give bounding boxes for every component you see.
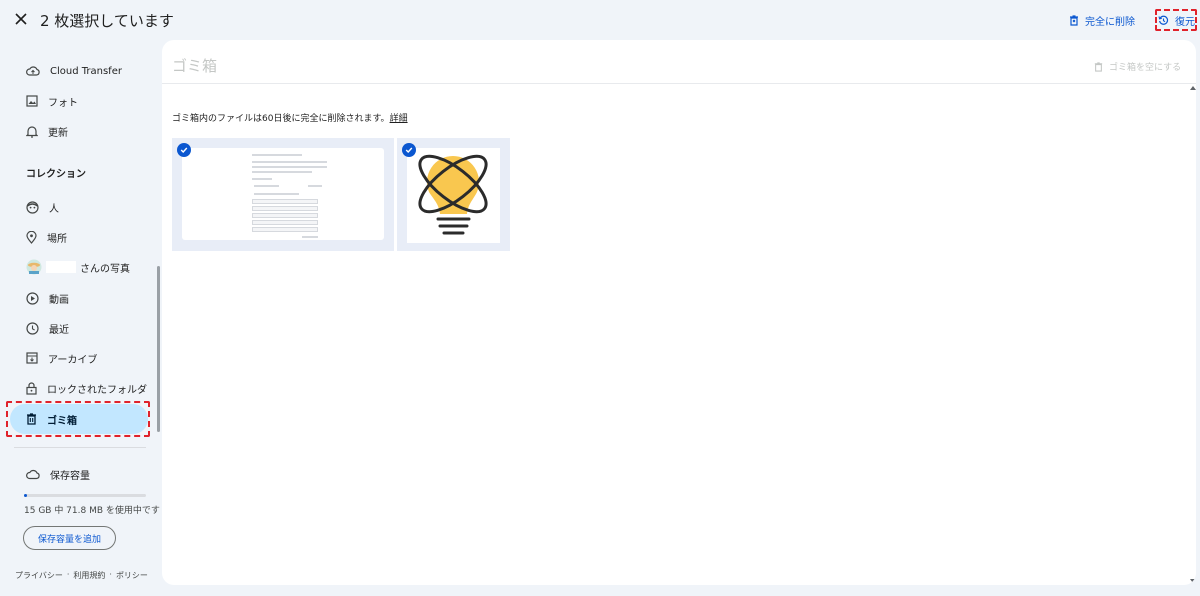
storage-usage-bar (24, 494, 146, 497)
sidebar-item-label: ロックされたフォルダ (47, 384, 147, 396)
doc-line (252, 154, 302, 156)
redacted-name (46, 261, 76, 273)
close-selection-button[interactable] (12, 10, 30, 28)
location-pin-icon (26, 230, 37, 244)
delete-forever-label: 完全に削除 (1085, 17, 1135, 28)
user-avatar-icon (26, 259, 42, 275)
doc-row (252, 213, 318, 218)
delete-forever-icon (1070, 15, 1078, 26)
sidebar-item-archive[interactable]: アーカイブ (10, 343, 148, 373)
sidebar-item-label: さんの写真 (80, 263, 130, 275)
doc-line (252, 171, 312, 173)
sidebar-item-cloud-transfer[interactable]: Cloud Transfer (10, 56, 148, 86)
bell-icon (26, 125, 38, 138)
doc-line (252, 166, 327, 168)
storage-usage-fill (24, 494, 27, 497)
archive-icon (26, 352, 38, 364)
clock-icon (26, 321, 39, 335)
sidebar-item-recent[interactable]: 最近 (10, 313, 148, 343)
sidebar-item-label: 動画 (49, 294, 69, 306)
sidebar-item-label: 更新 (48, 127, 68, 139)
delete-forever-button[interactable]: 完全に削除 (1069, 13, 1135, 28)
sidebar-item-label: アーカイブ (48, 354, 98, 366)
doc-line (254, 193, 299, 195)
sidebar-divider (14, 447, 146, 448)
doc-line (254, 185, 279, 187)
selected-checkmark[interactable] (177, 143, 191, 157)
doc-line (302, 236, 318, 238)
sidebar-item-photos[interactable]: フォト (10, 86, 148, 116)
lightbulb-preview (407, 148, 500, 243)
doc-line (252, 178, 272, 180)
doc-row (252, 206, 318, 211)
restore-highlight-box (1155, 9, 1197, 31)
sidebar-item-updates[interactable]: 更新 (10, 116, 148, 146)
trash-notice: ゴミ箱内のファイルは60日後に完全に削除されます。詳細 (172, 111, 408, 124)
sidebar-item-label: 最近 (49, 324, 69, 336)
main-header: ゴミ箱 ゴミ箱を空にする (162, 40, 1196, 84)
learn-more-link[interactable]: 詳細 (390, 114, 408, 124)
page-title: ゴミ箱 (172, 57, 218, 75)
empty-trash-label: ゴミ箱を空にする (1109, 63, 1182, 73)
trash-highlight-box (6, 401, 150, 437)
sidebar-item-storage[interactable]: 保存容量 (10, 459, 148, 489)
sidebar-item-label: 人 (49, 203, 59, 215)
sidebar-item-label: フォト (48, 97, 78, 109)
face-icon (26, 200, 39, 214)
policy-link[interactable]: ポリシー (116, 570, 148, 581)
lock-icon (26, 381, 37, 395)
lightbulb-illustration-icon (418, 154, 488, 235)
footer-separator: · (66, 570, 70, 579)
close-icon (15, 13, 27, 25)
trash-notice-text: ゴミ箱内のファイルは60日後に完全に削除されます。 (172, 114, 390, 124)
footer-links: プライバシー · 利用規約 · ポリシー (15, 570, 148, 581)
play-circle-icon (26, 291, 39, 305)
sidebar-item-label: 保存容量 (50, 470, 90, 482)
doc-row (252, 220, 318, 225)
sidebar-item-people[interactable]: 人 (10, 192, 148, 222)
sidebar-item-label: Cloud Transfer (50, 65, 122, 77)
doc-line (252, 161, 327, 163)
selected-checkmark[interactable] (402, 143, 416, 157)
sidebar-item-places[interactable]: 場所 (10, 222, 148, 252)
privacy-link[interactable]: プライバシー (15, 570, 63, 581)
collections-section-title: コレクション (26, 169, 86, 180)
doc-row (252, 227, 318, 232)
footer-separator: · (109, 570, 112, 579)
sidebar-item-label: 場所 (47, 233, 67, 245)
storage-usage-text: 15 GB 中 71.8 MB を使用中です (24, 506, 160, 516)
document-preview (182, 148, 384, 240)
empty-trash-button[interactable]: ゴミ箱を空にする (1094, 60, 1181, 73)
selection-count-title: 2 枚選択しています (40, 12, 174, 30)
sidebar-item-videos[interactable]: 動画 (10, 283, 148, 313)
add-storage-button[interactable]: 保存容量を追加 (23, 526, 116, 550)
trash-icon (1094, 61, 1103, 72)
main-panel: ゴミ箱 ゴミ箱を空にする ゴミ箱内のファイルは60日後に完全に削除されます。詳細 (162, 40, 1196, 585)
sidebar-item-user-photos[interactable]: さんの写真 (10, 252, 148, 282)
cloud-icon (26, 469, 40, 479)
trash-item-lightbulb[interactable] (397, 138, 510, 251)
cloud-transfer-icon (26, 66, 40, 76)
doc-line (308, 185, 322, 187)
photo-icon (26, 95, 38, 107)
terms-link[interactable]: 利用規約 (73, 570, 105, 581)
main-scrollbar[interactable] (1190, 84, 1196, 585)
sidebar-item-locked-folder[interactable]: ロックされたフォルダ (10, 373, 148, 403)
sidebar: Cloud Transfer フォト 更新 コレクション 人 場所 さんの写真 … (0, 40, 160, 596)
sidebar-scrollbar[interactable] (157, 266, 160, 432)
check-icon (405, 147, 413, 154)
top-bar: 2 枚選択しています 完全に削除 復元 (0, 0, 1200, 40)
check-icon (180, 147, 188, 154)
trash-item-document[interactable] (172, 138, 394, 251)
doc-row (252, 199, 318, 204)
